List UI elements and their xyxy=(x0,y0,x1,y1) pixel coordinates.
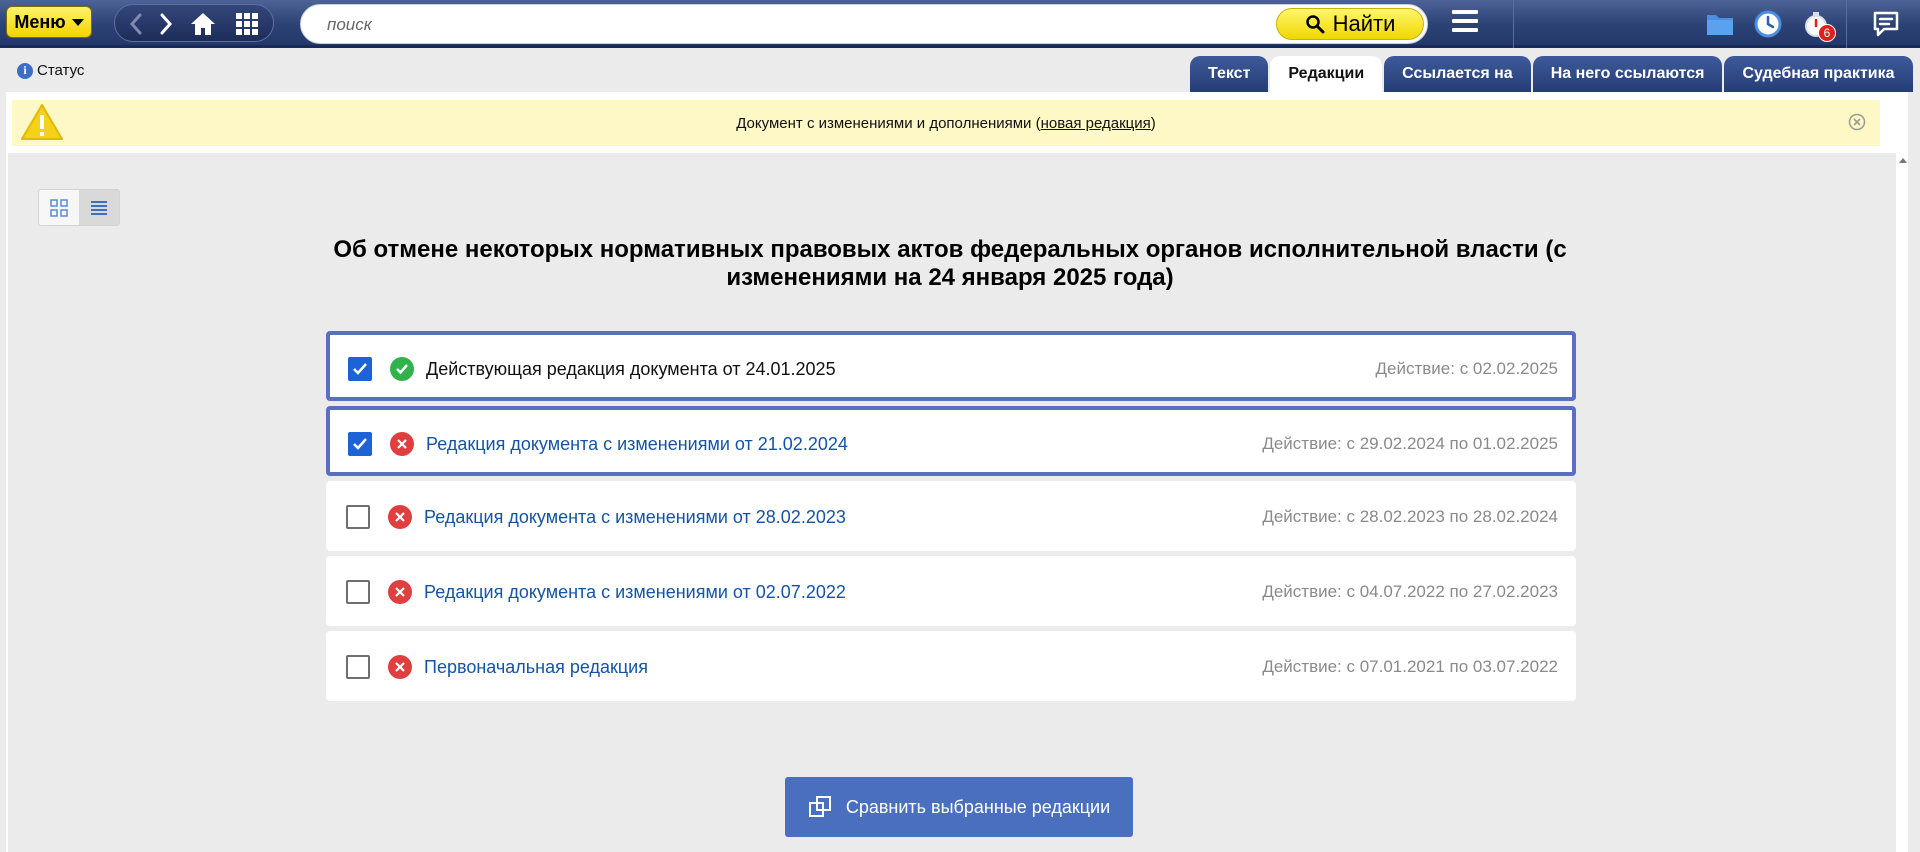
edition-label: Действующая редакция документа от 24.01.… xyxy=(426,359,836,379)
edition-checkbox[interactable] xyxy=(346,655,370,679)
tab-label: Судебная практика xyxy=(1742,65,1895,82)
compare-button-label: Сравнить выбранные редакции xyxy=(845,796,1111,817)
caret-down-icon xyxy=(71,18,84,26)
home-icon[interactable] xyxy=(185,9,221,39)
edition-row[interactable]: Редакция документа с изменениями от 02.0… xyxy=(326,556,1576,626)
apps-grid-icon[interactable] xyxy=(229,9,265,39)
warning-text: Документ с изменениями и дополнениями (н… xyxy=(736,114,1156,132)
scroll-up-arrow-icon[interactable] xyxy=(1896,153,1910,167)
invalid-status-icon xyxy=(388,505,412,529)
list-view-icon[interactable] xyxy=(79,190,119,225)
document-title: Об отмене некоторых нормативных правовых… xyxy=(333,236,1567,291)
menu-button-label: Меню xyxy=(14,11,66,32)
tab-court-practice[interactable]: Судебная практика xyxy=(1724,56,1913,92)
edition-period: Действие: с 07.01.2021 по 03.07.2022 xyxy=(1262,657,1558,676)
search-input[interactable] xyxy=(327,13,1227,37)
timer-notifications-icon[interactable]: 6 xyxy=(1800,8,1836,42)
invalid-status-icon xyxy=(390,432,414,456)
back-arrow-icon[interactable] xyxy=(123,9,149,39)
edition-checkbox[interactable] xyxy=(346,505,370,529)
tab-label: На него ссылаются xyxy=(1550,65,1705,82)
toolbar-divider xyxy=(1846,0,1847,48)
edition-period: Действие: с 28.02.2023 по 28.02.2024 xyxy=(1262,507,1558,526)
close-icon[interactable] xyxy=(1848,113,1866,131)
edition-link[interactable]: Редакция документа с изменениями от 28.0… xyxy=(424,505,846,529)
grid-view-icon[interactable] xyxy=(39,190,79,225)
tab-references[interactable]: Ссылается на xyxy=(1384,56,1531,92)
editions-list: Действующая редакция документа от 24.01.… xyxy=(326,331,1576,706)
edition-checkbox[interactable] xyxy=(348,432,372,456)
top-toolbar: Меню Найти xyxy=(0,0,1920,48)
checkmark-icon xyxy=(353,438,367,450)
invalid-status-icon xyxy=(388,580,412,604)
status-label: Статус xyxy=(37,62,85,79)
chat-message-icon[interactable] xyxy=(1870,8,1902,40)
view-mode-toggle xyxy=(38,189,120,226)
edition-period: Действие: с 02.02.2025 xyxy=(1375,359,1558,378)
info-icon: i xyxy=(17,62,33,79)
edition-checkbox[interactable] xyxy=(346,580,370,604)
compare-icon xyxy=(808,796,831,817)
edition-row[interactable]: Редакция документа с изменениями от 21.0… xyxy=(326,406,1576,476)
edition-period: Действие: с 29.02.2024 по 01.02.2025 xyxy=(1262,434,1558,453)
valid-status-icon xyxy=(390,357,414,381)
invalid-status-icon xyxy=(388,655,412,679)
forward-arrow-icon[interactable] xyxy=(153,9,179,39)
menu-button[interactable]: Меню xyxy=(6,6,92,38)
tab-referenced-by[interactable]: На него ссылаются xyxy=(1532,56,1723,92)
edition-link[interactable]: Редакция документа с изменениями от 02.0… xyxy=(424,580,846,604)
checkmark-icon xyxy=(353,363,367,375)
find-button[interactable]: Найти xyxy=(1276,8,1424,40)
new-edition-link[interactable]: новая редакция xyxy=(1041,115,1151,132)
folder-icon[interactable] xyxy=(1704,8,1736,40)
edition-checkbox[interactable] xyxy=(348,357,372,381)
tab-label: Текст xyxy=(1208,65,1251,82)
edition-link[interactable]: Редакция документа с изменениями от 21.0… xyxy=(426,432,848,456)
edition-row[interactable]: Редакция документа с изменениями от 28.0… xyxy=(326,481,1576,551)
status-link[interactable]: i Статус xyxy=(17,62,84,79)
history-clock-icon[interactable] xyxy=(1752,8,1784,40)
edition-row[interactable]: Действующая редакция документа от 24.01.… xyxy=(326,331,1576,401)
find-button-label: Найти xyxy=(1332,11,1396,36)
document-tabs: Текст Редакции Ссылается на На него ссыл… xyxy=(1190,56,1913,92)
edition-row[interactable]: Первоначальная редакция Действие: с 07.0… xyxy=(326,631,1576,701)
warning-icon xyxy=(21,104,63,140)
notifications-badge: 6 xyxy=(1818,24,1836,42)
compare-editions-button[interactable]: Сравнить выбранные редакции xyxy=(785,777,1133,837)
search-bar: Найти xyxy=(300,4,1428,44)
tab-label: Ссылается на xyxy=(1402,65,1513,82)
hamburger-menu-icon[interactable] xyxy=(1452,10,1478,34)
edition-link[interactable]: Первоначальная редакция xyxy=(424,655,648,679)
magnifier-icon xyxy=(1305,15,1325,34)
tab-label: Редакции xyxy=(1288,65,1365,82)
warning-banner: Документ с изменениями и дополнениями (н… xyxy=(12,100,1880,146)
toolbar-divider xyxy=(1513,0,1514,48)
tab-text[interactable]: Текст xyxy=(1190,56,1269,92)
tab-editions[interactable]: Редакции xyxy=(1270,56,1383,92)
navigation-group xyxy=(114,4,274,42)
edition-period: Действие: с 04.07.2022 по 27.02.2023 xyxy=(1262,582,1558,601)
